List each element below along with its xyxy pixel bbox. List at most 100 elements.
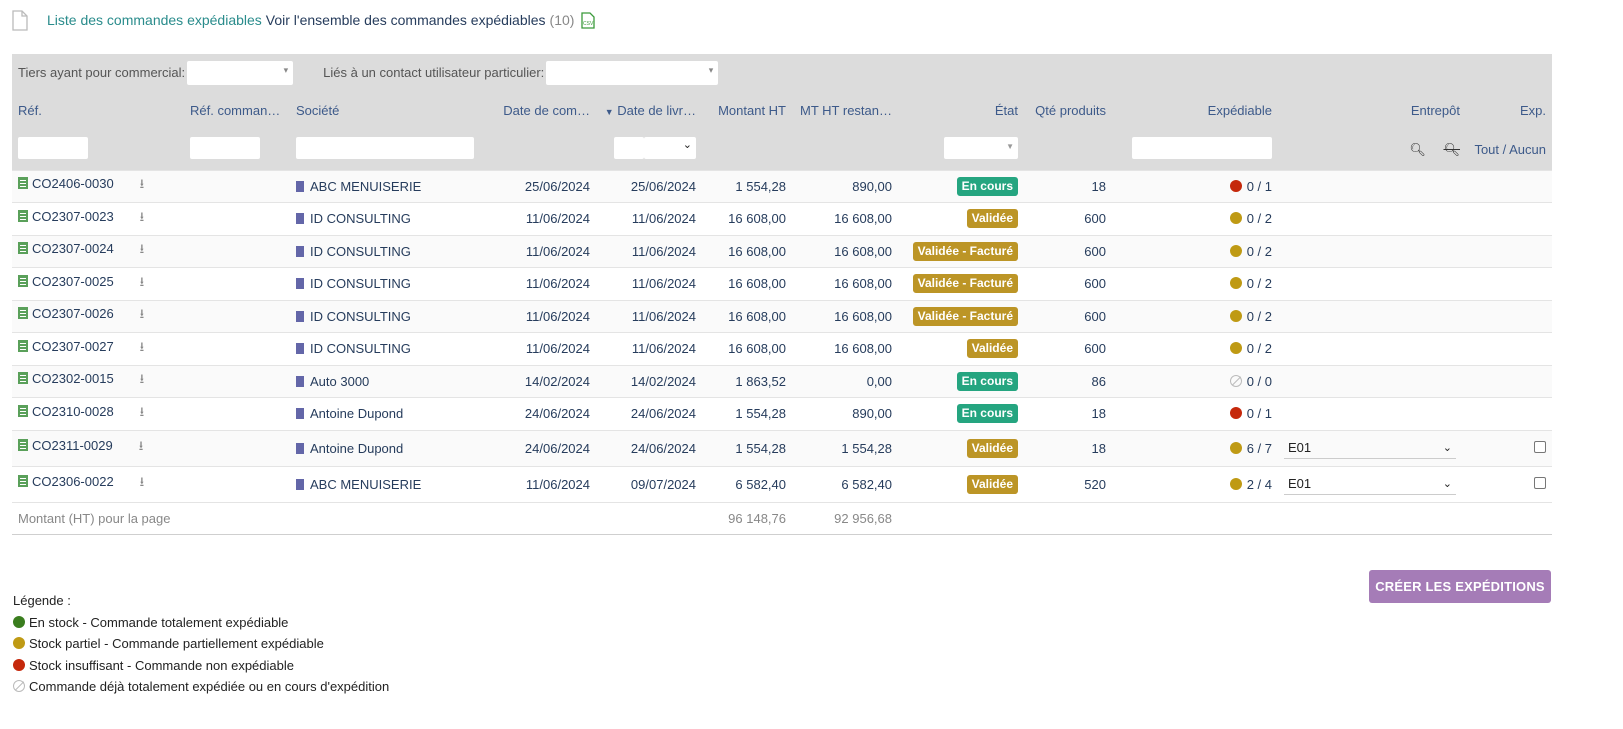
csv-export-icon[interactable]: CSV — [580, 11, 596, 29]
col-date-commande[interactable]: Date de com… — [490, 91, 596, 130]
col-exp[interactable]: Exp. — [1466, 91, 1552, 130]
chevron-down-icon: ⌄ — [1442, 442, 1452, 454]
exp-checkbox[interactable] — [1534, 476, 1546, 489]
order-ref-link[interactable]: CO2307-0026 — [32, 306, 114, 321]
company-link[interactable]: ABC MENUISERIE — [310, 477, 421, 492]
company-link[interactable]: Auto 3000 — [310, 374, 369, 389]
filter-bar: Tiers ayant pour commercial: Liés à un c… — [12, 54, 1552, 91]
ref-filter-input[interactable] — [18, 137, 88, 160]
company-icon — [296, 278, 304, 290]
qte-produits: 600 — [1024, 299, 1112, 333]
entrepot-select[interactable]: E01 ⌄ — [1284, 473, 1456, 495]
order-icon — [18, 439, 28, 451]
stock-insufficient-dot-icon — [1229, 179, 1242, 192]
date-commande: 11/06/2024 — [490, 267, 596, 300]
order-ref-link[interactable]: CO2307-0024 — [32, 241, 114, 256]
download-icon[interactable]: ⭳ — [140, 404, 145, 419]
download-icon[interactable]: ⭳ — [140, 274, 145, 289]
date-commande: 11/06/2024 — [490, 202, 596, 235]
company-link[interactable]: ID CONSULTING — [310, 341, 411, 356]
order-ref-link[interactable]: CO2311-0029 — [32, 438, 113, 453]
legend-item: En stock - Commande totalement expédiabl… — [13, 612, 389, 634]
col-montant-ht[interactable]: Montant HT — [702, 91, 792, 130]
company-link[interactable]: ID CONSULTING — [310, 309, 411, 324]
order-icon — [18, 404, 28, 417]
stock-partial-dot-icon — [1229, 277, 1242, 290]
download-icon[interactable]: ⭳ — [140, 371, 145, 386]
view-all-link[interactable]: Voir l'ensemble des commandes expédiable… — [266, 12, 546, 28]
create-shipments-button[interactable]: CRÉER LES EXPÉDITIONS — [1369, 570, 1551, 603]
order-ref-link[interactable]: CO2406-0030 — [32, 176, 114, 191]
legend-label: En stock - Commande totalement expédiabl… — [29, 614, 289, 630]
download-icon[interactable]: ⭳ — [140, 241, 145, 256]
col-ref-client[interactable]: Réf. comman… — [184, 91, 290, 130]
commercial-filter-select[interactable] — [187, 60, 294, 85]
company-link[interactable]: ID CONSULTING — [310, 211, 411, 226]
table-row: CO2311-0029 ⭳ Antoine Dupond 24/06/2024 2… — [12, 429, 1552, 466]
company-icon — [296, 375, 304, 387]
company-icon — [296, 478, 304, 490]
order-ref-link[interactable]: CO2302-0015 — [32, 371, 114, 386]
date-livraison: 11/06/2024 — [596, 332, 702, 365]
order-ref-link[interactable]: CO2306-0022 — [32, 474, 114, 489]
order-icon — [18, 339, 28, 352]
company-icon — [296, 245, 304, 257]
order-ref-link[interactable]: CO2307-0027 — [32, 339, 114, 354]
societe-filter-input[interactable] — [296, 137, 474, 160]
exp-checkbox[interactable] — [1534, 440, 1546, 453]
clear-filter-icon[interactable]: 🔍︎ — [1443, 142, 1460, 158]
commercial-filter-label: Tiers ayant pour commercial: — [18, 65, 186, 80]
col-qte[interactable]: Qté produits — [1024, 91, 1112, 130]
table-row: CO2306-0022 ⭳ ABC MENUISERIE 11/06/2024 0… — [12, 465, 1552, 502]
search-icon[interactable]: 🔍︎ — [1409, 142, 1426, 158]
col-date-livraison: Date de livr… — [617, 103, 696, 118]
order-ref-link[interactable]: CO2310-0028 — [32, 404, 114, 419]
contact-filter-select[interactable] — [546, 60, 719, 85]
company-link[interactable]: Antoine Dupond — [310, 441, 403, 456]
date-commande: 11/06/2024 — [490, 465, 596, 502]
legend-label: Stock partiel - Commande partiellement e… — [29, 636, 324, 651]
status-badge: En cours — [956, 176, 1018, 196]
mt-restant: 16 608,00 — [792, 267, 898, 300]
company-link[interactable]: Antoine Dupond — [310, 406, 403, 421]
date-livraison-day-input[interactable] — [614, 137, 644, 160]
download-icon[interactable]: ⭳ — [140, 474, 145, 489]
page-title-link[interactable]: Liste des commandes expédiables — [47, 12, 262, 28]
col-expediable[interactable]: Expédiable — [1112, 91, 1278, 130]
order-icon — [18, 177, 28, 190]
col-mt-restant[interactable]: MT HT restan… — [792, 91, 898, 130]
download-icon[interactable]: ⭳ — [140, 176, 145, 191]
status-badge: Validée - Facturé — [912, 274, 1018, 294]
company-link[interactable]: ID CONSULTING — [310, 244, 411, 259]
status-badge: En cours — [956, 404, 1018, 424]
document-icon — [12, 9, 28, 31]
download-icon[interactable]: ⭳ — [140, 339, 145, 354]
table-row: CO2302-0015 ⭳ Auto 3000 14/02/2024 14/02/… — [12, 364, 1552, 398]
expediable-value: 6 / 7 — [1246, 440, 1272, 456]
stock-partial-dot-icon — [1229, 244, 1242, 257]
date-livraison: 09/07/2024 — [596, 465, 702, 502]
legend-item: Stock insuffisant - Commande non expédia… — [13, 655, 389, 677]
company-link[interactable]: ID CONSULTING — [310, 276, 411, 291]
expediable-filter-input[interactable] — [1132, 137, 1272, 160]
select-all-none-link[interactable]: Tout / Aucun — [1466, 130, 1552, 170]
download-icon[interactable]: ⭳ — [140, 306, 145, 321]
download-icon[interactable]: ⭳ — [140, 209, 145, 224]
entrepot-select[interactable]: E01 ⌄ — [1284, 437, 1456, 459]
date-livraison-month-select[interactable]: ⌄ — [644, 137, 696, 160]
status-badge: Validée — [966, 339, 1018, 359]
legend-title: Légende : — [13, 593, 71, 608]
ref-client-filter-input[interactable] — [190, 137, 260, 160]
col-societe[interactable]: Société — [290, 91, 490, 130]
order-ref-link[interactable]: CO2307-0023 — [32, 209, 114, 224]
order-icon — [18, 372, 28, 385]
col-etat[interactable]: État — [898, 91, 1024, 130]
col-ref[interactable]: Réf. — [12, 91, 184, 130]
col-entrepot[interactable]: Entrepôt — [1278, 91, 1466, 130]
etat-filter-select[interactable]: ▼ — [944, 137, 1018, 160]
download-icon[interactable]: ⭳ — [139, 438, 144, 453]
col-date-livraison-header[interactable]: ▼ Date de livr… — [596, 91, 702, 130]
montant-ht: 16 608,00 — [702, 267, 792, 300]
order-ref-link[interactable]: CO2307-0025 — [32, 274, 114, 289]
company-link[interactable]: ABC MENUISERIE — [310, 179, 421, 194]
